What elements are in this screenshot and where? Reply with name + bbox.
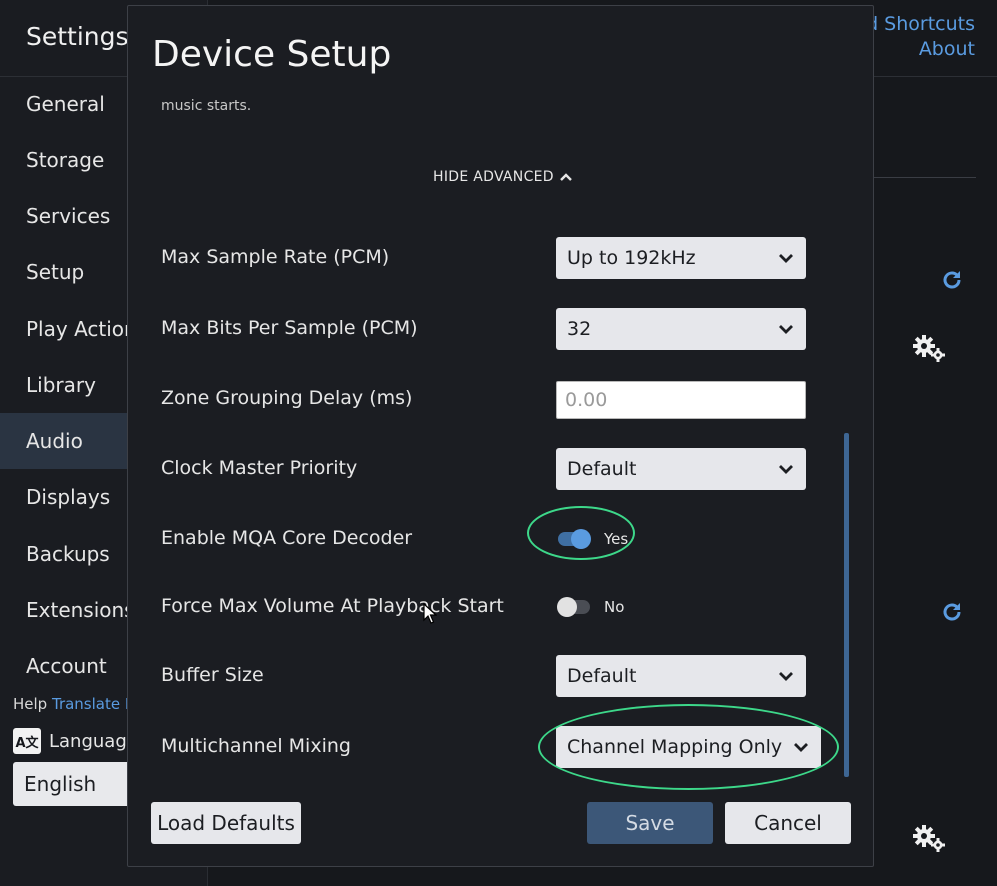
language-row: A文 Languag	[13, 728, 127, 754]
mqa-decoder-label: Enable MQA Core Decoder	[161, 527, 413, 549]
chevron-down-icon	[779, 672, 793, 681]
chevron-down-icon	[779, 465, 793, 474]
max-sample-rate-label: Max Sample Rate (PCM)	[161, 246, 390, 268]
clock-master-priority-value: Default	[567, 458, 637, 480]
save-button[interactable]: Save	[587, 802, 713, 844]
help-label: Help	[13, 695, 48, 713]
keyboard-shortcuts-link[interactable]: rd Shortcuts	[859, 12, 975, 37]
translate-icon: A文	[13, 728, 41, 754]
gears-icon[interactable]	[912, 824, 948, 854]
zone-grouping-delay-input[interactable]: 0.00	[556, 381, 806, 419]
toggle-switch-on[interactable]	[558, 529, 591, 549]
buffer-size-label: Buffer Size	[161, 664, 264, 686]
multichannel-mixing-select[interactable]: Channel Mapping Only	[556, 726, 821, 768]
mqa-decoder-state: Yes	[604, 530, 629, 548]
refresh-icon[interactable]	[940, 268, 964, 292]
mqa-decoder-toggle[interactable]: Yes	[558, 529, 629, 549]
max-bits-value: 32	[567, 318, 592, 340]
dialog-title: Device Setup	[152, 34, 392, 75]
max-bits-label: Max Bits Per Sample (PCM)	[161, 317, 418, 339]
mouse-cursor-icon	[423, 603, 437, 624]
buffer-size-value: Default	[567, 665, 637, 687]
chevron-down-icon	[794, 743, 808, 752]
multichannel-mixing-label: Multichannel Mixing	[161, 735, 351, 757]
multichannel-mixing-value: Channel Mapping Only	[567, 736, 783, 758]
chevron-up-icon	[560, 173, 572, 181]
device-setup-dialog: Device Setup music starts. HIDE ADVANCED…	[127, 5, 874, 867]
force-max-volume-label: Force Max Volume At Playback Start	[161, 595, 504, 617]
cancel-button[interactable]: Cancel	[725, 802, 851, 844]
force-max-volume-toggle[interactable]: No	[557, 597, 625, 617]
zone-grouping-delay-label: Zone Grouping Delay (ms)	[161, 387, 413, 409]
description-text: music starts.	[161, 98, 252, 114]
force-max-volume-state: No	[604, 598, 625, 616]
top-links: rd Shortcuts About	[859, 12, 975, 62]
clock-master-priority-select[interactable]: Default	[556, 448, 806, 490]
chevron-down-icon	[779, 254, 793, 263]
dialog-scrollbar[interactable]	[844, 433, 849, 777]
buffer-size-select[interactable]: Default	[556, 655, 806, 697]
language-label: Languag	[49, 730, 127, 752]
max-bits-select[interactable]: 32	[556, 308, 806, 350]
translate-link[interactable]: Translate R	[52, 695, 135, 713]
load-defaults-button[interactable]: Load Defaults	[151, 802, 301, 844]
section-divider	[874, 177, 976, 178]
toggle-switch-off[interactable]	[557, 597, 590, 617]
help-row: Help Translate R	[13, 695, 135, 713]
hide-advanced-label: HIDE ADVANCED	[433, 169, 554, 185]
hide-advanced-toggle[interactable]: HIDE ADVANCED	[433, 169, 572, 185]
chevron-down-icon	[779, 325, 793, 334]
max-sample-rate-select[interactable]: Up to 192kHz	[556, 237, 806, 279]
refresh-icon[interactable]	[940, 600, 964, 624]
gears-icon[interactable]	[912, 334, 948, 364]
clock-master-priority-label: Clock Master Priority	[161, 457, 358, 479]
max-sample-rate-value: Up to 192kHz	[567, 247, 696, 269]
about-link[interactable]: About	[859, 37, 975, 62]
settings-title: Settings	[26, 22, 129, 51]
